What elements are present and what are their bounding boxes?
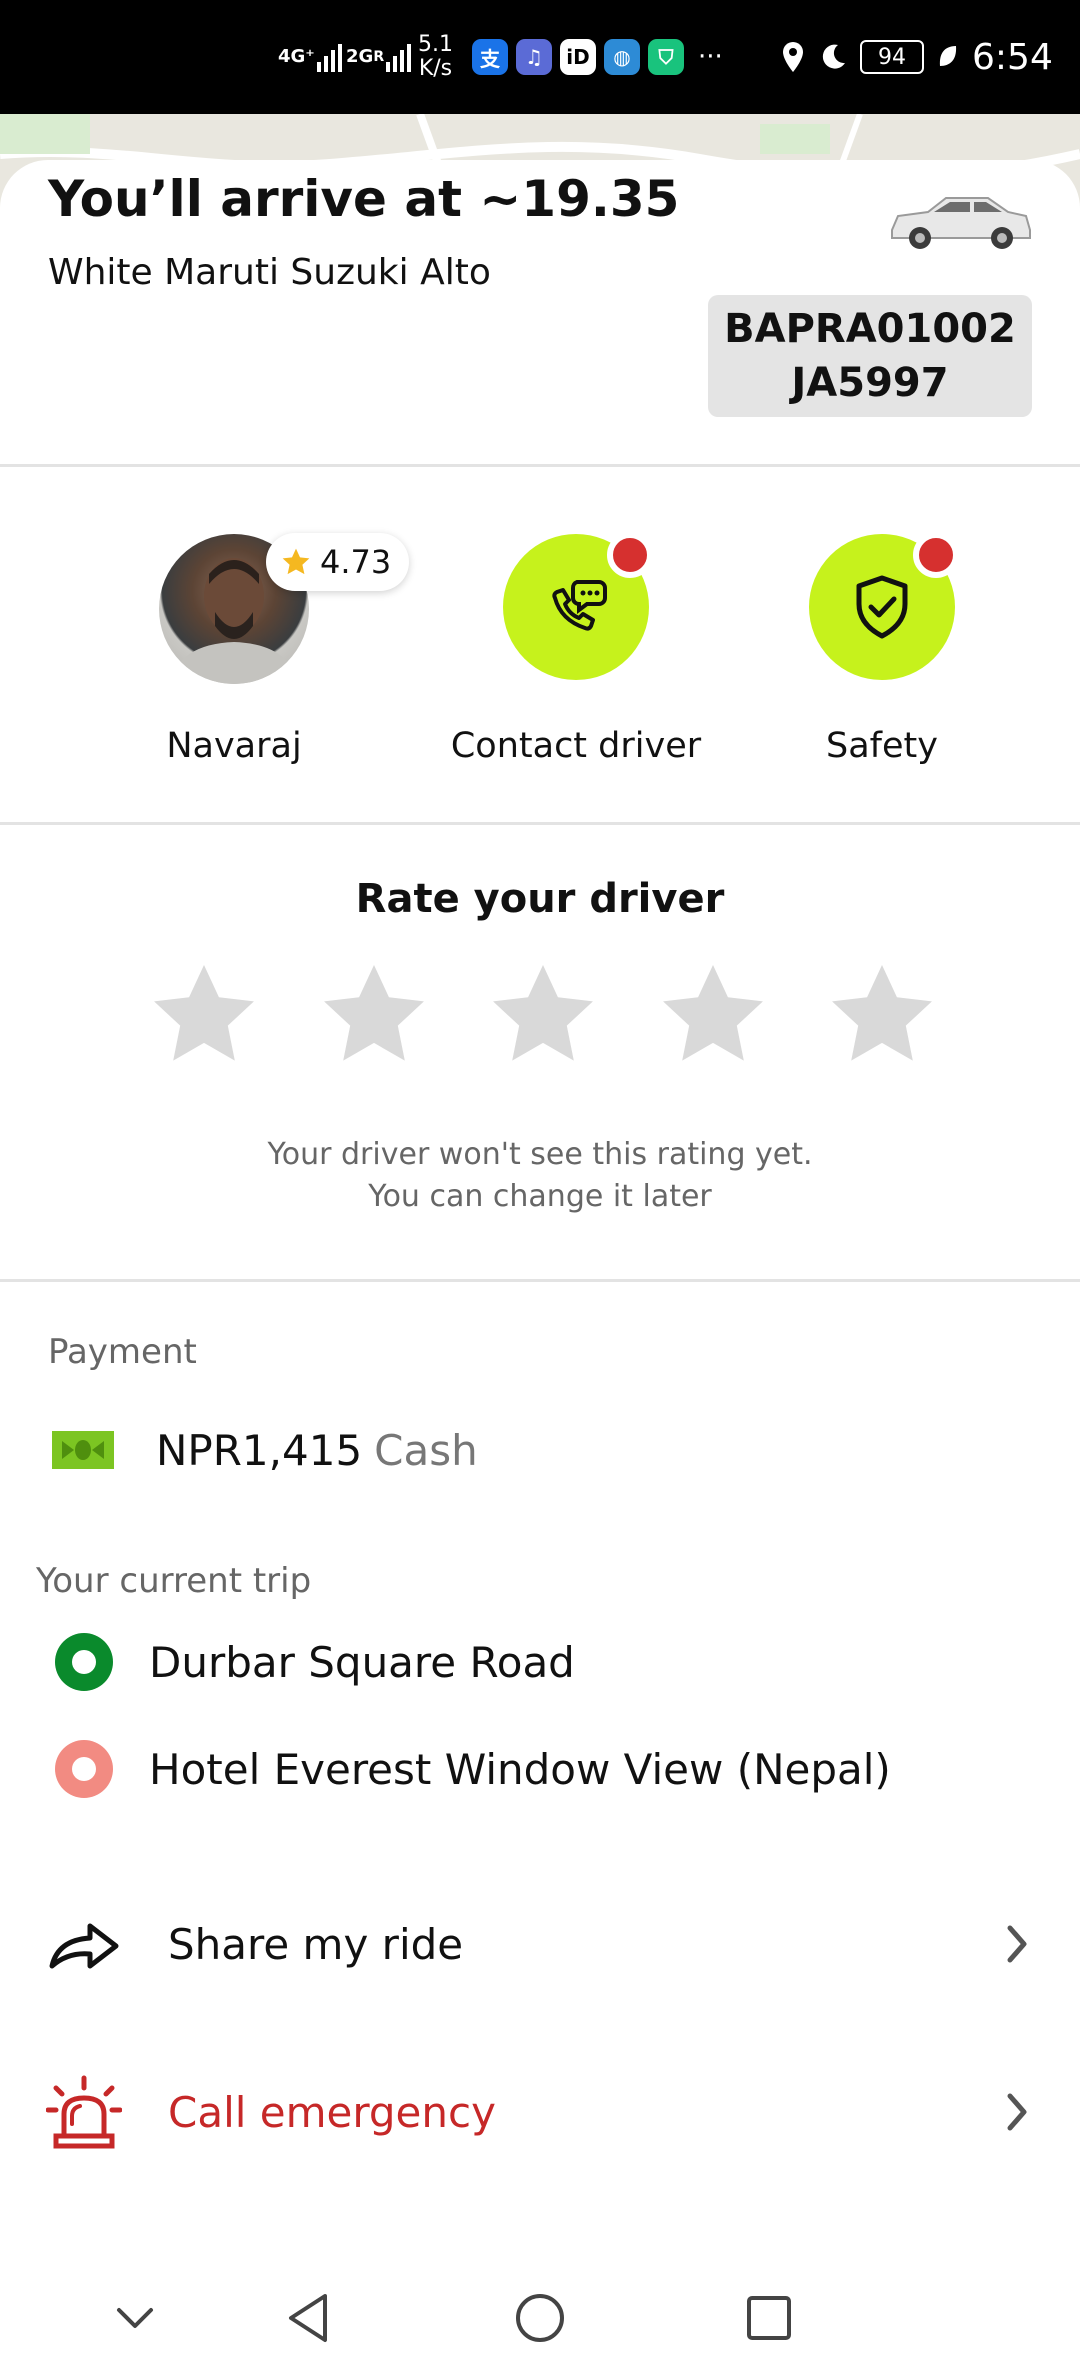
speed-value: 5.1: [418, 32, 453, 57]
star-1-icon[interactable]: [148, 958, 260, 1070]
cash-icon: [52, 1431, 114, 1469]
chevron-right-icon: [1007, 1925, 1027, 1963]
nav-recents-button[interactable]: [737, 2286, 801, 2350]
dropoff-address: Hotel Everest Window View (Nepal): [149, 1744, 891, 1794]
status-bar: 4G⁺ 2G R 5.1 K/s 支 ♫ iD ◍ ⛉ ··· 94 6:54: [0, 0, 1080, 114]
share-arrow-icon: [49, 1923, 119, 1969]
alipay-app-icon: 支: [472, 39, 508, 75]
divider: [0, 464, 1080, 467]
clock: 6:54: [972, 36, 1053, 78]
star-rating-input[interactable]: [148, 958, 938, 1070]
payment-label: Payment: [48, 1332, 197, 1372]
star-2-icon[interactable]: [318, 958, 430, 1070]
contact-driver-button[interactable]: Contact driver: [426, 532, 726, 784]
notification-dot: [607, 532, 653, 578]
notification-icons: 支 ♫ iD ◍ ⛉ ···: [472, 0, 723, 114]
network-speed: 5.1 K/s: [418, 0, 453, 114]
emergency-siren-icon: [46, 2075, 122, 2149]
network-2g-indicator: 2G R: [346, 0, 418, 114]
star-5-icon[interactable]: [826, 958, 938, 1070]
driver-name: Navaraj: [166, 726, 302, 766]
pickup-dot-icon: [55, 1633, 113, 1691]
call-emergency-label: Call emergency: [168, 2087, 496, 2137]
rate-driver-title: Rate your driver: [355, 876, 725, 922]
nav-back-button[interactable]: [277, 2286, 341, 2350]
signal-bars-icon: [316, 44, 342, 72]
current-trip-label: Your current trip: [36, 1561, 312, 1601]
share-ride-row[interactable]: Share my ride: [0, 1889, 1080, 1999]
chevron-down-icon: [117, 2308, 153, 2328]
leaf-icon: [939, 46, 957, 66]
payment-method: Cash: [374, 1425, 478, 1475]
location-icon: [783, 42, 803, 72]
notification-dot: [913, 532, 959, 578]
rating-note: Your driver won't see this rating yet. Y…: [0, 1134, 1080, 1218]
license-plate: BAPRA01002 JA5997: [708, 295, 1032, 417]
arrival-time-title: You’ll arrive at ~19.35: [48, 170, 680, 228]
more-notifications-icon: ···: [698, 42, 723, 72]
do-not-disturb-moon-icon: [822, 44, 845, 69]
contact-driver-circle[interactable]: [503, 532, 653, 680]
system-navigation-bar: [0, 2260, 1080, 2376]
payment-row[interactable]: NPR1,415 Cash: [52, 1420, 478, 1480]
driver-rating-badge: 4.73: [266, 533, 410, 591]
dropoff-dot-icon: [55, 1740, 113, 1798]
system-indicators: 94 6:54: [780, 0, 1053, 114]
network-4g-indicator: 4G⁺: [278, 0, 349, 114]
chevron-right-icon: [1007, 2093, 1027, 2131]
star-4-icon[interactable]: [657, 958, 769, 1070]
car-icon: [891, 197, 1031, 249]
safety-button[interactable]: Safety: [732, 532, 1032, 784]
back-triangle-icon: [289, 2294, 327, 2342]
car-description: White Maruti Suzuki Alto: [48, 252, 491, 293]
payment-amount: NPR1,415: [156, 1425, 363, 1475]
driver-rating-value: 4.73: [320, 543, 392, 581]
pickup-row: Durbar Square Road: [55, 1632, 575, 1692]
share-ride-label: Share my ride: [168, 1919, 464, 1969]
browser-app-icon: ◍: [604, 39, 640, 75]
cash-note-graphic: [52, 1431, 114, 1469]
star-rating-icon: [282, 548, 310, 575]
star-3-icon[interactable]: [487, 958, 599, 1070]
rating-note-line-2: You can change it later: [368, 1179, 712, 1214]
contact-driver-label: Contact driver: [450, 726, 702, 766]
indrive-app-icon: iD: [560, 39, 596, 75]
dropoff-row: Hotel Everest Window View (Nepal): [55, 1739, 891, 1799]
network-4g-label: 4G⁺: [278, 46, 315, 67]
roaming-label: R: [373, 49, 385, 65]
divider: [0, 1279, 1080, 1282]
nav-home-button[interactable]: [508, 2286, 572, 2350]
plate-line-2: JA5997: [791, 360, 949, 406]
plate-line-1: BAPRA01002: [724, 306, 1016, 352]
recents-square-icon: [747, 2296, 791, 2340]
nav-collapse-button[interactable]: [103, 2286, 167, 2350]
shield-check-icon: [856, 575, 908, 639]
call-emergency-row[interactable]: Call emergency: [0, 2057, 1080, 2167]
rating-note-line-1: Your driver won't see this rating yet.: [267, 1137, 813, 1172]
battery-level: 94: [878, 44, 906, 70]
trip-details-sheet: [0, 160, 1080, 2376]
phone-chat-icon: [552, 580, 607, 631]
divider: [0, 822, 1080, 825]
safety-circle[interactable]: [809, 532, 959, 680]
signal-bars-icon: [386, 44, 412, 72]
speed-unit: K/s: [418, 56, 453, 81]
battery-icon: 94: [860, 40, 924, 74]
home-circle-icon: [516, 2294, 564, 2342]
pickup-address: Durbar Square Road: [149, 1637, 575, 1687]
shield-app-icon: ⛉: [648, 39, 684, 75]
network-2g-label: 2G: [346, 46, 374, 67]
safety-label: Safety: [826, 726, 938, 766]
music-app-icon: ♫: [516, 39, 552, 75]
